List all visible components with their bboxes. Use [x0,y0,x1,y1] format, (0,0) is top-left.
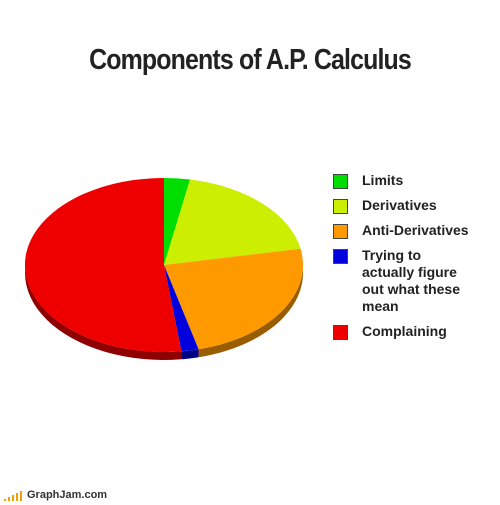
legend-swatch-anti-derivatives [333,224,348,239]
legend: Limits Derivatives Anti-Derivatives Tryi… [333,172,493,348]
legend-swatch-complaining [333,325,348,340]
legend-label-complaining: Complaining [362,323,447,339]
legend-label-derivatives: Derivatives [362,197,437,213]
pie-slice-complaining [24,178,182,353]
legend-item-derivatives: Derivatives [333,197,493,214]
legend-item-anti-derivatives: Anti-Derivatives [333,222,493,239]
bars-logo-icon [4,491,24,501]
legend-item-trying: Trying to actually figure out what these… [333,247,493,315]
legend-item-limits: Limits [333,172,493,189]
legend-swatch-trying [333,249,348,264]
legend-swatch-derivatives [333,199,348,214]
legend-label-limits: Limits [362,172,404,188]
legend-item-complaining: Complaining [333,323,493,340]
legend-swatch-limits [333,174,348,189]
site-name: GraphJam.com [27,489,108,501]
legend-label-trying: Trying to actually figure out what these… [362,247,461,314]
site-watermark: GraphJam.com [4,490,107,501]
legend-label-anti-derivatives: Anti-Derivatives [362,222,469,238]
